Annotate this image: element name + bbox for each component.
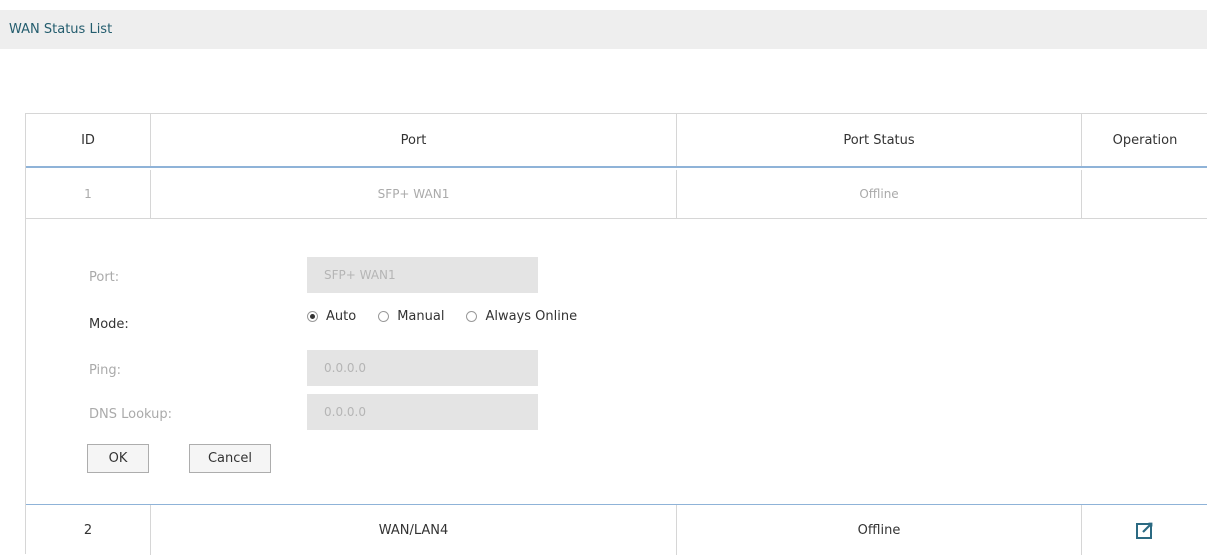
row-port-status: Offline xyxy=(677,170,1082,218)
table-row[interactable]: 2 WAN/LAN4 Offline xyxy=(26,505,1207,555)
mode-option-always-online-label: Always Online xyxy=(485,309,578,324)
column-header-port: Port xyxy=(151,114,677,166)
ping-field: 0.0.0.0 xyxy=(307,350,538,386)
port-field: SFP+ WAN1 xyxy=(307,257,538,293)
row-id: 1 xyxy=(26,170,151,218)
row-port-status: Offline xyxy=(677,505,1082,555)
ok-button[interactable]: OK xyxy=(87,444,149,473)
row-port: SFP+ WAN1 xyxy=(151,170,677,218)
mode-radio-always-online[interactable]: Always Online xyxy=(466,309,577,324)
edit-icon[interactable] xyxy=(1135,520,1155,540)
row-port: WAN/LAN4 xyxy=(151,505,677,555)
column-header-id: ID xyxy=(26,114,151,166)
row-operation xyxy=(1082,170,1207,218)
dns-lookup-label: DNS Lookup: xyxy=(89,407,173,422)
table-row[interactable]: 1 SFP+ WAN1 Offline xyxy=(26,170,1207,219)
column-header-operation: Operation xyxy=(1112,132,1178,148)
mode-option-manual-label: Manual xyxy=(397,309,445,324)
section-title: WAN Status List xyxy=(9,22,113,37)
radio-checked-icon[interactable] xyxy=(307,311,318,322)
row-operation xyxy=(1082,505,1207,555)
mode-label: Mode: xyxy=(89,317,129,332)
edit-panel: Port: SFP+ WAN1 Mode: Auto Manual Always… xyxy=(26,220,1207,505)
radio-unchecked-icon[interactable] xyxy=(466,311,478,322)
cancel-button[interactable]: Cancel xyxy=(189,444,271,473)
radio-unchecked-icon[interactable] xyxy=(378,311,390,322)
mode-radio-manual[interactable]: Manual xyxy=(378,309,444,324)
wan-status-table: ID Port Port Status Operation 1 SFP+ WAN… xyxy=(25,113,1207,555)
row-id: 2 xyxy=(26,505,151,555)
mode-option-auto-label: Auto xyxy=(326,309,357,324)
ping-label: Ping: xyxy=(89,363,122,378)
mode-radio-auto[interactable]: Auto xyxy=(307,309,356,324)
dns-lookup-field: 0.0.0.0 xyxy=(307,394,538,430)
table-header-row: ID Port Port Status Operation xyxy=(26,114,1207,168)
port-label: Port: xyxy=(89,270,120,285)
mode-radio-group: Auto Manual Always Online xyxy=(307,309,599,324)
column-header-port-status: Port Status xyxy=(677,114,1082,166)
section-header: WAN Status List xyxy=(0,10,1207,49)
